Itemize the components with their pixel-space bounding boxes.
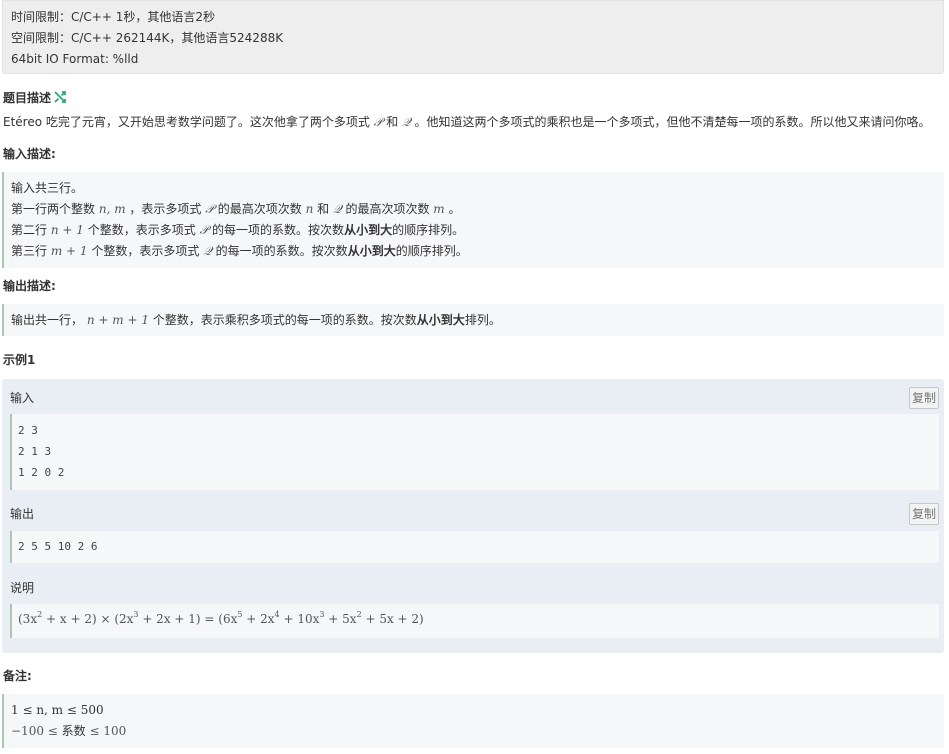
output-line: 输出共一行， n + m + 1 个整数，表示乘积多项式的每一项的系数。按次数从… (11, 312, 501, 328)
notes-title: 备注: (3, 669, 32, 683)
notes-block: 1 ≤ n, m ≤ 500 −100 ≤ 系数 ≤ 100 (2, 694, 944, 748)
math: n + m + 1 (86, 313, 149, 327)
input-line-3: 第二行 n + 1 个整数，表示多项式 𝒫 的每一项的系数。按次数从小到大的顺序… (11, 222, 464, 238)
formula-part: + x + 2) × (2x (42, 612, 134, 626)
formula-part: + 5x + 2) (361, 612, 424, 626)
output-desc-block: 输出共一行， n + m + 1 个整数，表示乘积多项式的每一项的系数。按次数从… (2, 304, 944, 336)
text: 的顺序排列。 (392, 223, 465, 237)
example-output-code: 2 5 5 10 2 6 (10, 531, 939, 563)
text: 的每一项的系数。按次数 (212, 223, 345, 237)
text: 个整数，表示乘积多项式的每一项的系数。按次数 (152, 313, 417, 327)
shuffle-icon[interactable] (54, 90, 66, 107)
description-title: 题目描述 (3, 90, 66, 107)
input-line-1: 输入共三行。 (11, 181, 84, 195)
desc-part: 和 (386, 115, 399, 129)
text: 个整数，表示多项式 (91, 244, 200, 258)
formula-part: + 10x (279, 612, 320, 626)
poly-q: 𝒬 (333, 202, 342, 216)
formula-part: + 2x + 1) = (6x (138, 612, 238, 626)
math: n, m (98, 202, 126, 216)
description-text: Etéreo 吃完了元宵，又开始思考数学问题了。这次他拿了两个多项式 𝒫 和 𝒬… (3, 114, 931, 130)
text: 的最高次项次数 (217, 202, 302, 216)
notes-line-1: 1 ≤ n, m ≤ 500 (11, 703, 104, 717)
math: m (433, 202, 445, 216)
poly-p: 𝒫 (199, 223, 209, 237)
formula-part: (3x (18, 612, 38, 626)
bold-text: 从小到大 (344, 223, 393, 237)
text: 系数 (61, 724, 86, 738)
input-desc-block: 输入共三行。 第一行两个整数 n, m ，表示多项式 𝒫 的最高次项次数 n 和… (2, 172, 944, 268)
copy-output-button[interactable]: 复制 (909, 503, 939, 525)
copy-input-button[interactable]: 复制 (909, 387, 939, 409)
math: n (305, 202, 314, 216)
example-explain-label: 说明 (10, 581, 35, 595)
math: −100 ≤ (11, 724, 58, 738)
explain-formula: (3x2 + x + 2) × (2x3 + 2x + 1) = (6x5 + … (18, 611, 424, 627)
poly-q: 𝒬 (402, 115, 411, 129)
time-limit: 时间限制：C/C++ 1秒，其他语言2秒 (11, 10, 215, 24)
code-line: 1 2 0 2 (18, 466, 65, 479)
text: 第一行两个整数 (11, 202, 96, 216)
text: 输出共一行， (11, 313, 84, 327)
math: ≤ 100 (89, 724, 127, 738)
bold-text: 从小到大 (416, 313, 465, 327)
notes-line-2: −100 ≤ 系数 ≤ 100 (11, 723, 126, 739)
text: 第二行 (11, 223, 48, 237)
input-line-2: 第一行两个整数 n, m ，表示多项式 𝒫 的最高次项次数 n 和 𝒬 的最高次… (11, 201, 461, 217)
example-output-label: 输出 (10, 507, 35, 521)
bold-text: 从小到大 (347, 244, 396, 258)
text: ，表示多项式 (129, 202, 202, 216)
desc-part: Etéreo 吃完了元宵，又开始思考数学问题了。这次他拿了两个多项式 (3, 115, 370, 129)
formula-part: + 5x (324, 612, 357, 626)
formula-part: + 2x (242, 612, 275, 626)
space-limit: 空间限制：C/C++ 262144K，其他语言524288K (11, 31, 284, 45)
math: m + 1 (50, 244, 88, 258)
math: n + 1 (50, 223, 84, 237)
text: 排列。 (464, 313, 501, 327)
description-title-text: 题目描述 (3, 91, 52, 105)
text: 个整数，表示多项式 (87, 223, 196, 237)
example-input-label: 输入 (10, 391, 35, 405)
input-desc-title: 输入描述: (3, 147, 56, 161)
example-title: 示例1 (3, 353, 36, 367)
poly-q: 𝒬 (203, 244, 212, 258)
input-line-4: 第三行 m + 1 个整数，表示多项式 𝒬 的每一项的系数。按次数从小到大的顺序… (11, 243, 468, 259)
example-explain-block: (3x2 + x + 2) × (2x3 + 2x + 1) = (6x5 + … (10, 604, 939, 638)
example-input-code: 2 3 2 1 3 1 2 0 2 (10, 414, 939, 490)
text: 的顺序排列。 (395, 244, 468, 258)
text: 和 (317, 202, 330, 216)
text: 的最高次项次数 (345, 202, 430, 216)
limits-panel: 时间限制：C/C++ 1秒，其他语言2秒 空间限制：C/C++ 262144K，… (2, 0, 944, 74)
poly-p: 𝒫 (205, 202, 214, 216)
io-format: 64bit IO Format: %lld (11, 52, 139, 66)
text: 。 (448, 202, 461, 216)
code-line: 2 5 5 10 2 6 (18, 540, 98, 553)
output-desc-title: 输出描述: (3, 279, 56, 293)
example-panel: 输入 复制 2 3 2 1 3 1 2 0 2 输出 复制 2 5 5 10 2… (2, 379, 944, 653)
desc-part: 。他知道这两个多项式的乘积也是一个多项式，但他不清楚每一项的系数。所以他又来请问… (414, 115, 931, 129)
code-line: 2 3 (18, 424, 38, 437)
text: 第三行 (11, 244, 48, 258)
poly-p: 𝒫 (373, 115, 383, 129)
text: 的每一项的系数。按次数 (215, 244, 348, 258)
code-line: 2 1 3 (18, 445, 52, 458)
